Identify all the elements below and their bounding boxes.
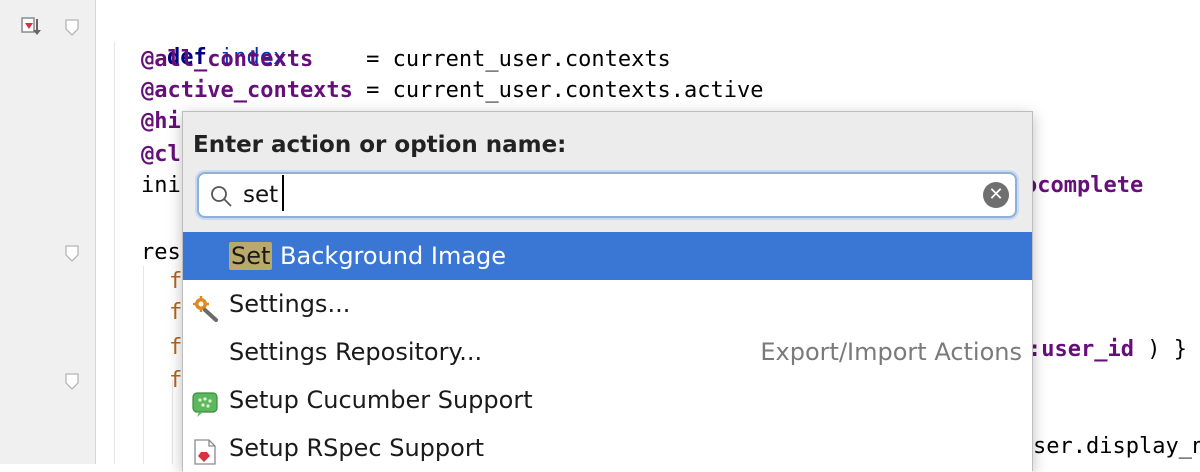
instance-variable: @cl [141,142,181,167]
instance-variable: @hi [141,109,181,134]
action-item-settings-repository[interactable]: Settings Repository... Export/Import Act… [183,328,1032,376]
instance-variable: @active_contexts [141,78,353,103]
code-line: f [169,298,182,328]
settings-wrench-icon [191,290,219,322]
action-list[interactable]: Set Background Image Settings... Setting… [183,232,1032,472]
action-item-set-background-image[interactable]: Set Background Image [183,232,1032,280]
rspec-icon [191,434,219,465]
editor-gutter [0,0,96,464]
cucumber-icon [191,386,219,417]
code-text: f [169,269,183,294]
breakpoint-arrow-icon[interactable] [20,16,42,38]
clear-search-icon[interactable]: ✕ [983,182,1009,208]
code-text: f [169,335,183,360]
code-line: :user_id ) } [1028,335,1187,365]
find-action-popup: Enter action or option name: ✕ Set Backg… [182,111,1033,472]
action-item-settings[interactable]: Settings... [183,280,1032,328]
list-item-label: Settings... [229,290,351,318]
list-item-label: Set Background Image [229,232,506,280]
code-text: ini [141,173,181,198]
code-text: res [141,240,181,265]
search-input[interactable] [243,180,963,210]
action-item-setup-rspec[interactable]: Setup RSpec Support [183,424,1032,472]
fold-marker-icon[interactable] [64,372,80,392]
fold-marker-icon[interactable] [64,244,80,264]
code-line: ini [141,171,181,201]
code-line: @all_contexts = current_user.contexts [141,45,671,75]
action-item-setup-cucumber[interactable]: Setup Cucumber Support [183,376,1032,424]
search-icon [209,184,233,208]
code-line: ser.display_n [1033,432,1200,462]
symbol-text: :user_id [1028,337,1134,362]
indent-guide [114,42,115,464]
code-line: f [169,333,182,363]
code-line: @active_contexts = current_user.contexts… [141,76,764,106]
text-caret [282,175,284,211]
fold-marker-icon[interactable] [64,18,80,38]
popup-title: Enter action or option name: [193,132,567,158]
code-line: f [169,267,182,297]
list-item-hint: Export/Import Actions [760,338,1022,366]
code-line: f [169,366,182,396]
code-line: @hi [141,107,181,137]
list-item-label: Settings Repository... [229,338,483,366]
list-item-text: Background Image [272,242,507,270]
instance-variable: @all_contexts [141,47,314,72]
indent-guide [143,266,144,464]
code-text: f [169,300,183,325]
search-box[interactable]: ✕ [197,172,1017,218]
list-item-label: Setup Cucumber Support [229,386,533,414]
code-text: = current_user.contexts.active [352,78,764,103]
code-line: @cl [141,140,181,170]
list-item-label: Setup RSpec Support [229,434,485,462]
code-text: ser.display_n [1033,434,1200,459]
code-text: = current_user.contexts [313,47,671,72]
match-highlight: Set [229,242,273,270]
code-line: ocomplete [1024,171,1143,201]
code-text: ) } [1133,337,1187,362]
code-line: res [141,238,181,268]
code-text: f [169,368,183,393]
symbol-text: ocomplete [1024,173,1144,198]
